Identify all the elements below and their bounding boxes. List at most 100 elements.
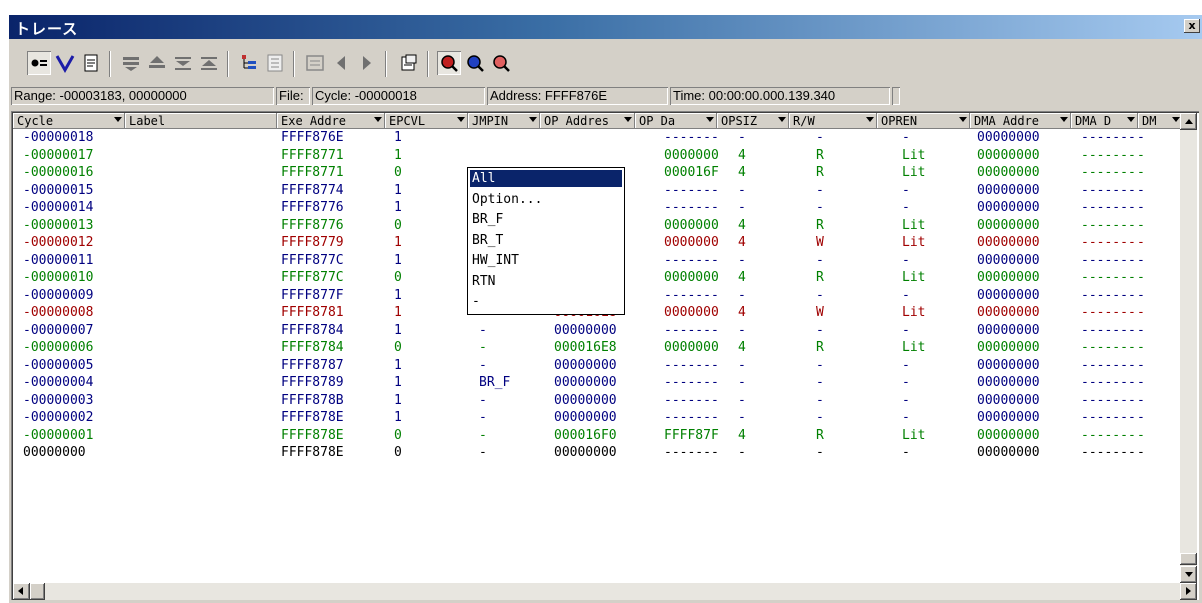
cell-opren: Lit: [902, 305, 926, 320]
cell-epcvl: 1: [394, 130, 402, 145]
dropdown-arrow-icon[interactable]: [866, 117, 874, 122]
dropdown-arrow-icon[interactable]: [624, 117, 632, 122]
vertical-scroll-thumb[interactable]: [1180, 553, 1197, 565]
dropdown-option[interactable]: Option...: [470, 191, 622, 208]
dropdown-option[interactable]: HW_INT: [470, 252, 622, 269]
column-header[interactable]: DMA D: [1071, 113, 1138, 129]
cell-opdata: -------: [664, 182, 719, 198]
dropdown-arrow-icon[interactable]: [706, 117, 714, 122]
cell-dmad: -------: [1081, 270, 1136, 285]
next-icon[interactable]: [355, 51, 379, 75]
cell-rw: R: [816, 427, 824, 443]
cell-rw: -: [816, 392, 824, 408]
column-header[interactable]: JMPIN: [468, 113, 540, 129]
move-down-icon[interactable]: [119, 51, 143, 75]
close-icon[interactable]: x: [1184, 19, 1200, 33]
cell-opsiz: -: [738, 445, 746, 460]
dropdown-option[interactable]: All: [470, 170, 622, 187]
dropdown-arrow-icon[interactable]: [1172, 117, 1180, 122]
table-row[interactable]: -00000003 FFFF878B 1-00000000 ------- - - -000…: [13, 392, 1179, 409]
cell-dm: -: [1137, 445, 1145, 460]
column-header[interactable]: OPSIZ: [717, 113, 789, 129]
list-icon[interactable]: [263, 51, 287, 75]
column-header[interactable]: Exe Addre: [277, 113, 385, 129]
column-header[interactable]: EPCVL: [385, 113, 468, 129]
table-row[interactable]: -00000017 FFFF8771 1 0000000 4 R Lit 00000000 --…: [13, 147, 1179, 164]
cell-jmpin: BR_F: [479, 375, 511, 390]
dropdown-arrow-icon[interactable]: [1060, 117, 1068, 122]
table-row[interactable]: -00000005 FFFF8787 1-00000000 ------- - - -000…: [13, 357, 1179, 374]
dropdown-arrow-icon[interactable]: [778, 117, 786, 122]
collapse-up-icon[interactable]: [197, 51, 221, 75]
dropdown-arrow-icon[interactable]: [959, 117, 967, 122]
cell-jmpin: -: [479, 357, 487, 373]
column-header[interactable]: Label: [125, 113, 277, 129]
horizontal-scrollbar[interactable]: [13, 583, 1197, 600]
toolbar-separator: [427, 51, 429, 77]
column-header[interactable]: OP Addres: [540, 113, 635, 129]
table-row[interactable]: -00000001 FFFF878E 0 - 000016F0 FFFF87F 4 R Lit 0…: [13, 427, 1179, 444]
zoom-red-icon[interactable]: [437, 51, 461, 75]
dropdown-option[interactable]: RTN: [470, 273, 622, 290]
empty-field: [892, 87, 900, 105]
table-row[interactable]: -00000006 FFFF8784 0 - 000016E8 0000000 4 R Lit 0…: [13, 339, 1179, 356]
cell-dma: 00000000: [977, 217, 1040, 233]
column-header[interactable]: DM: [1138, 113, 1183, 129]
table-row[interactable]: -00000018 FFFF876E 1 ------- - - -00000000 ----…: [13, 129, 1179, 146]
file-field: File:: [276, 87, 310, 105]
cell-dm: -: [1137, 410, 1145, 425]
cell-dma: 00000000: [977, 252, 1040, 268]
view-icon[interactable]: [303, 51, 327, 75]
dropdown-arrow-icon[interactable]: [114, 117, 122, 122]
cell-epcvl: 1: [394, 200, 402, 215]
cell-opaddr: 000016F0: [554, 427, 617, 443]
cell-epcvl: 1: [394, 287, 402, 303]
scroll-down-icon[interactable]: [1180, 566, 1197, 583]
cell-opsiz: -: [738, 200, 746, 215]
record-icon[interactable]: [27, 51, 51, 75]
table-row[interactable]: 00000000 FFFF878E 0-00000000 ------- - - -0000…: [13, 444, 1179, 461]
dropdown-option[interactable]: BR_T: [470, 232, 622, 249]
cell-dm: -: [1137, 235, 1145, 250]
cell-dmad: -------: [1081, 322, 1136, 338]
scroll-right-icon[interactable]: [1180, 583, 1197, 600]
zoom-blue-icon[interactable]: [463, 51, 487, 75]
dropdown-arrow-icon[interactable]: [529, 117, 537, 122]
dropdown-option[interactable]: BR_F: [470, 211, 622, 228]
cell-exe: FFFF8776: [281, 217, 344, 233]
dropdown-arrow-icon[interactable]: [374, 117, 382, 122]
tree-icon[interactable]: [237, 51, 261, 75]
jmpin-filter-dropdown[interactable]: All Option... BR_F BR_T HW_INT RTN -: [467, 167, 625, 315]
cell-exe: FFFF876E: [281, 130, 344, 145]
vertical-scrollbar[interactable]: [1180, 113, 1197, 583]
title-bar[interactable]: トレース x: [9, 15, 1202, 39]
dropdown-arrow-icon[interactable]: [1127, 117, 1135, 122]
table-row[interactable]: -00000002 FFFF878E 1-00000000 ------- - - -000…: [13, 409, 1179, 426]
prev-icon[interactable]: [329, 51, 353, 75]
scroll-up-icon[interactable]: [1180, 113, 1197, 130]
cell-dma: 00000000: [977, 147, 1040, 163]
cell-dmad: -------: [1081, 217, 1136, 233]
scroll-left-icon[interactable]: [13, 583, 30, 600]
move-up-icon[interactable]: [145, 51, 169, 75]
cell-opren: Lit: [902, 235, 926, 250]
column-header[interactable]: OP Da: [635, 113, 717, 129]
dropdown-option[interactable]: -: [470, 293, 622, 310]
column-header[interactable]: DMA Addre: [970, 113, 1071, 129]
column-header[interactable]: R/W: [789, 113, 877, 129]
properties-icon[interactable]: [397, 51, 421, 75]
cell-opren: Lit: [902, 165, 926, 180]
filter-v-icon[interactable]: [53, 51, 77, 75]
cell-dma: 00000000: [977, 270, 1040, 285]
trace-window: トレース x Range: -00003183, 00000000 File: …: [8, 14, 1202, 603]
dropdown-arrow-icon[interactable]: [457, 117, 465, 122]
table-row[interactable]: -00000007 FFFF8784 1-00000000 ------- - - -000…: [13, 322, 1179, 339]
column-header[interactable]: OPREN: [877, 113, 970, 129]
table-row[interactable]: -00000004 FFFF8789 1 BR_F 00000000 ------- - - -…: [13, 374, 1179, 391]
horizontal-scroll-thumb[interactable]: [30, 583, 45, 600]
zoom-red2-icon[interactable]: [489, 51, 513, 75]
column-header[interactable]: Cycle: [13, 113, 125, 129]
collapse-down-icon[interactable]: [171, 51, 195, 75]
cell-dma: 00000000: [977, 200, 1040, 215]
document-icon[interactable]: [79, 51, 103, 75]
